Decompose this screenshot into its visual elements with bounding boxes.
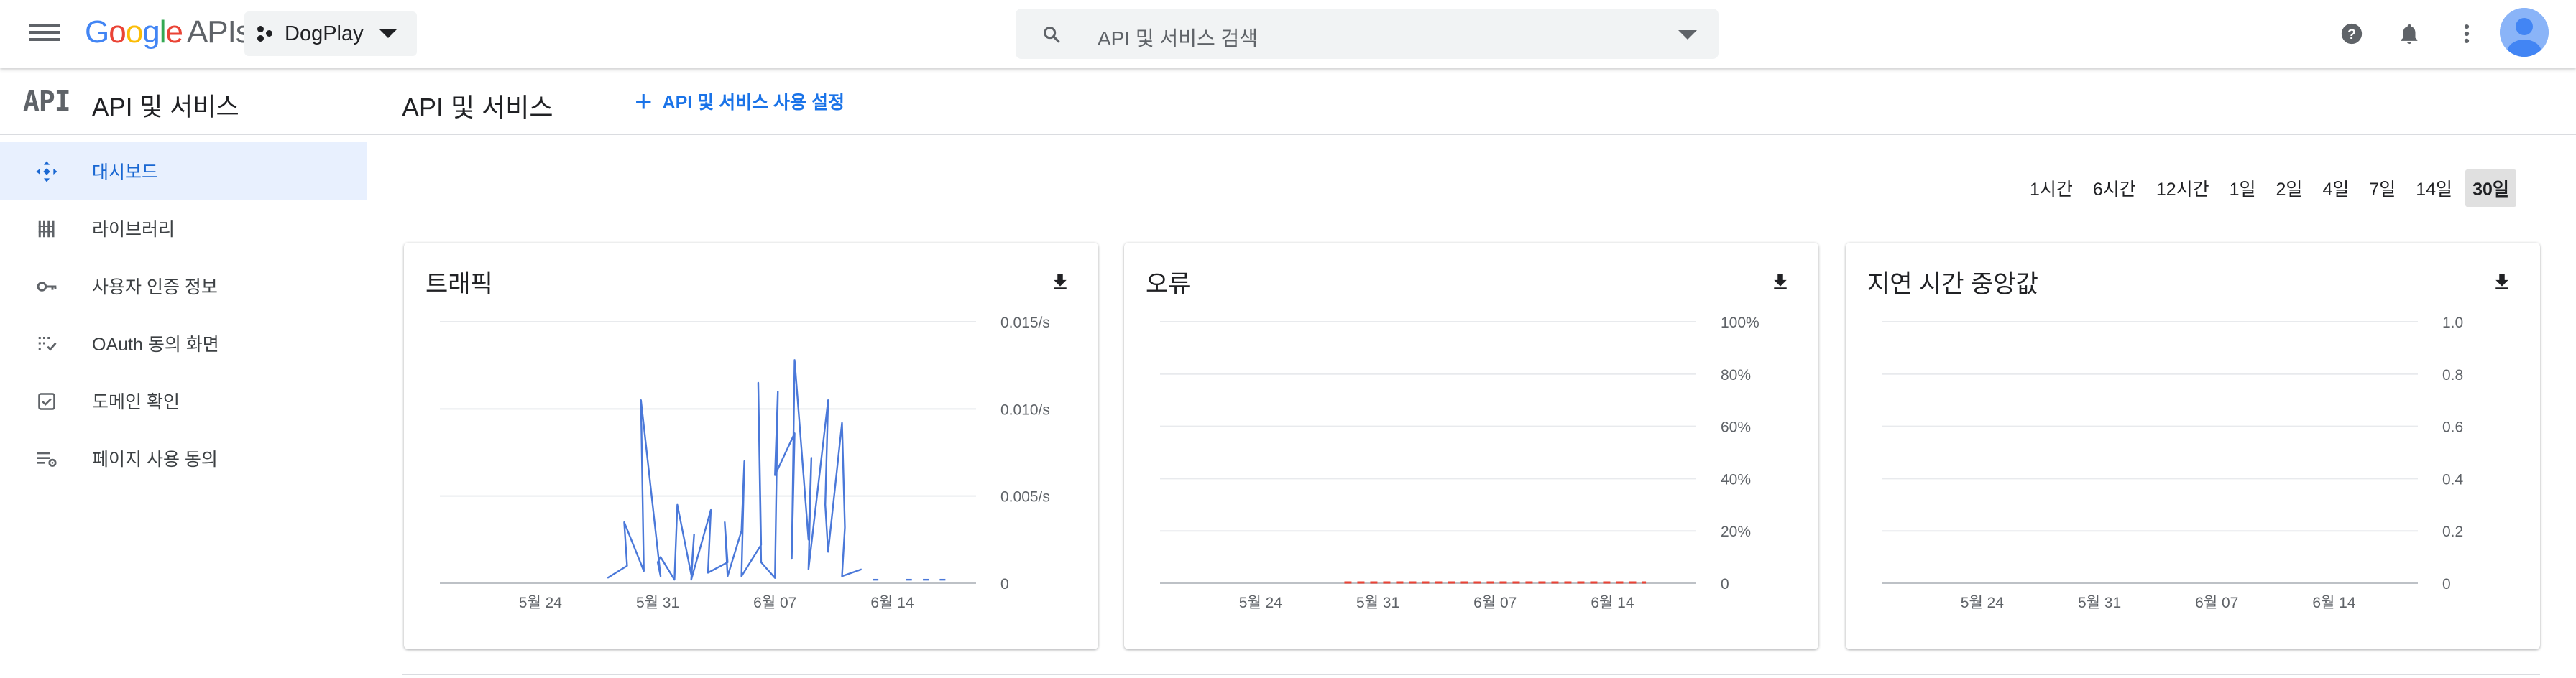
project-name: DogPlay	[285, 22, 364, 45]
time-range-4d[interactable]: 4일	[2315, 170, 2356, 207]
help-icon[interactable]: ?	[2337, 19, 2366, 48]
y-tick-label: 0	[2442, 576, 2451, 593]
errors-card: 오류 100% 80% 60% 40% 20% 0 5월 24 5월 31 6월 07 6월 14	[1124, 243, 1818, 649]
time-range-7d[interactable]: 7일	[2362, 170, 2403, 207]
project-selector[interactable]: DogPlay	[244, 11, 417, 56]
sidebar-item-page-usage-agreement[interactable]: 페이지 사용 동의	[0, 429, 367, 487]
latency-chart: 1.0 0.8 0.6 0.4 0.2 0 5월 24 5월 31 6월 07 6월 14	[1882, 315, 2464, 611]
traffic-chart: 0.015/s 0.010/s 0.005/s 0 5월 24 5월 31 6월 07 6월 …	[440, 315, 1050, 611]
x-tick-label: 5월 31	[636, 595, 679, 611]
sidebar-item-library[interactable]: 라이브러리	[0, 200, 367, 257]
sidebar-item-label: OAuth 동의 화면	[92, 335, 219, 355]
dashboard-icon	[34, 159, 59, 184]
search-icon	[1044, 27, 1060, 43]
y-tick-label: 1.0	[2442, 315, 2463, 331]
y-tick-label: 80%	[1721, 367, 1751, 384]
more-vert-icon[interactable]	[2452, 19, 2481, 48]
sidebar-item-credentials[interactable]: 사용자 인증 정보	[0, 257, 367, 315]
page-title: API 및 서비스	[402, 93, 553, 122]
y-tick-label: 0	[1000, 576, 1009, 593]
x-tick-label: 6월 14	[870, 595, 914, 611]
chevron-down-icon	[379, 29, 397, 38]
page-header: API 및 서비스 + API 및 서비스 사용 설정	[367, 68, 2576, 135]
y-tick-label: 0	[1721, 576, 1729, 593]
x-tick-label: 5월 24	[1961, 595, 2005, 611]
sidebar-item-domain-verification[interactable]: 도메인 확인	[0, 372, 367, 429]
x-tick-label: 5월 31	[2078, 595, 2121, 611]
avatar[interactable]	[2500, 8, 2549, 57]
enable-apis-label: API 및 서비스 사용 설정	[662, 93, 845, 113]
apis-wordmark: APIs	[186, 14, 252, 50]
y-tick-label: 0.8	[2442, 367, 2463, 384]
y-tick-label: 0.010/s	[1000, 401, 1050, 418]
sidebar-item-dashboard[interactable]: 대시보드	[0, 142, 367, 200]
traffic-card: 트래픽 0.015/s 0.010/s 0.005/s 0 5월 24 5월 31 6월 0…	[404, 243, 1098, 649]
bell-icon[interactable]	[2395, 19, 2424, 48]
time-range-12h[interactable]: 12시간	[2149, 170, 2217, 207]
x-tick-label: 5월 31	[1356, 595, 1399, 611]
time-range-2d[interactable]: 2일	[2269, 170, 2310, 207]
y-tick-label: 60%	[1721, 419, 1751, 436]
x-tick-label: 6월 14	[1591, 595, 1634, 611]
traffic-series-line	[607, 359, 862, 581]
google-wordmark: Google	[85, 14, 183, 50]
y-tick-label: 0.015/s	[1000, 315, 1050, 331]
time-range-selector: 1시간 6시간 12시간 1일 2일 4일 7일 14일 30일	[2017, 170, 2516, 207]
time-range-30d[interactable]: 30일	[2465, 170, 2516, 207]
hamburger-menu-icon[interactable]	[29, 19, 60, 48]
section-divider	[402, 674, 2540, 675]
x-tick-label: 6월 07	[2195, 595, 2238, 611]
y-tick-label: 0.2	[2442, 524, 2463, 540]
consent-icon	[34, 332, 59, 356]
x-tick-label: 6월 07	[753, 595, 796, 611]
sidebar-item-label: 도메인 확인	[92, 392, 180, 412]
enable-apis-button[interactable]: + API 및 서비스 사용 설정	[635, 84, 845, 119]
sidebar-title: API 및 서비스	[92, 93, 239, 121]
sidebar-item-label: 대시보드	[92, 162, 159, 182]
checkbox-icon	[34, 389, 59, 414]
y-tick-label: 0.6	[2442, 419, 2463, 436]
api-logo-icon: API	[23, 85, 71, 117]
sidebar-item-label: 페이지 사용 동의	[92, 450, 218, 470]
sidebar-header: API API 및 서비스	[0, 68, 367, 135]
x-tick-label: 6월 07	[1473, 595, 1517, 611]
x-tick-label: 6월 14	[2312, 595, 2356, 611]
google-apis-logo[interactable]: Google APIs	[85, 14, 252, 50]
library-icon	[34, 217, 59, 241]
time-range-6h[interactable]: 6시간	[2086, 170, 2143, 207]
y-tick-label: 0.005/s	[1000, 489, 1050, 506]
search-dropdown-icon[interactable]	[1678, 30, 1697, 40]
time-range-1h[interactable]: 1시간	[2023, 170, 2080, 207]
latency-card: 지연 시간 중앙값 1.0 0.8 0.6 0.4 0.2 0 5월 24 5월 31 6월 0…	[1846, 243, 2540, 649]
top-app-bar: Google APIs DogPlay API 및 서비스 검색 ?	[0, 0, 2576, 68]
sidebar-item-oauth-consent[interactable]: OAuth 동의 화면	[0, 315, 367, 372]
search-input[interactable]: API 및 서비스 검색	[1098, 23, 1258, 52]
sidebar: API API 및 서비스 대시보드 라이브러리 사용자 인증 정보 OAuth…	[0, 68, 367, 678]
errors-chart: 100% 80% 60% 40% 20% 0 5월 24 5월 31 6월 07 6월 14	[1160, 315, 1760, 611]
sidebar-item-label: 사용자 인증 정보	[92, 277, 218, 297]
settings-list-icon	[34, 447, 59, 471]
y-tick-label: 20%	[1721, 524, 1751, 540]
y-tick-label: 0.4	[2442, 471, 2464, 488]
x-tick-label: 5월 24	[1239, 595, 1283, 611]
search-bar[interactable]: API 및 서비스 검색	[1016, 9, 1719, 59]
plus-icon: +	[635, 84, 653, 118]
time-range-14d[interactable]: 14일	[2409, 170, 2460, 207]
project-dots-icon	[256, 23, 276, 45]
x-tick-label: 5월 24	[519, 595, 563, 611]
y-tick-label: 40%	[1721, 471, 1751, 488]
svg-text:?: ?	[2347, 27, 2356, 42]
key-icon	[34, 274, 59, 299]
sidebar-item-label: 라이브러리	[92, 220, 175, 240]
y-tick-label: 100%	[1721, 315, 1760, 331]
time-range-1d[interactable]: 1일	[2222, 170, 2263, 207]
